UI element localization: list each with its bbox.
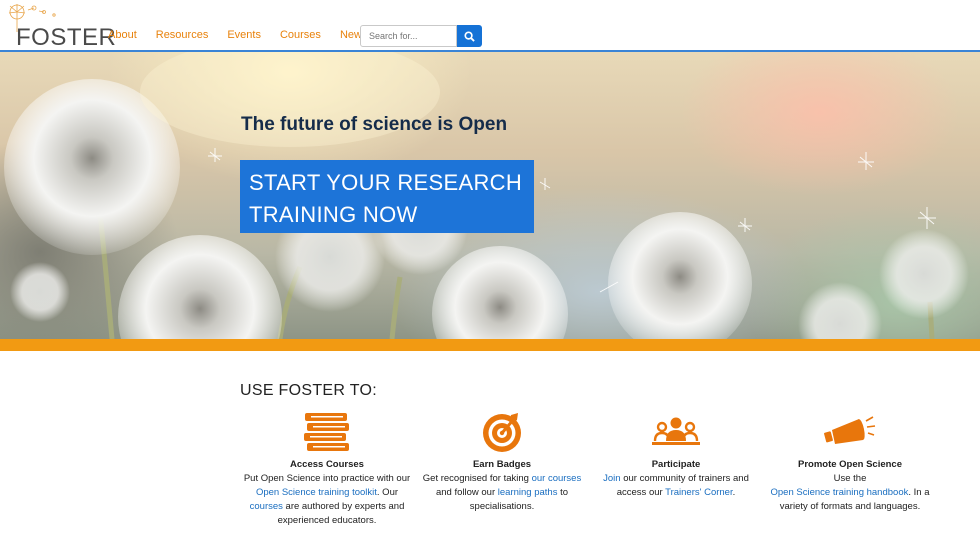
description-text: Use the <box>833 473 867 484</box>
main-nav: About Resources Events Courses News <box>108 29 386 41</box>
feature-title: Access Courses <box>290 459 364 470</box>
start-training-button[interactable]: START YOUR RESEARCH TRAINING NOW <box>240 160 534 233</box>
search-form <box>360 25 482 47</box>
description-text: Put Open Science into practice with our <box>243 473 411 484</box>
search-input[interactable] <box>360 25 457 47</box>
feature-promote-open-science: Promote Open Science Use the Open Scienc… <box>765 408 935 514</box>
trainers-corner-link[interactable]: Trainers' Corner <box>665 487 732 498</box>
description-text: and follow our <box>435 487 498 498</box>
cta-line-2: TRAINING NOW <box>249 202 418 227</box>
community-icon <box>652 417 700 445</box>
feature-description: Join our community of trainers and acces… <box>591 472 761 500</box>
description-text: are authored by experts and experienced … <box>277 501 405 526</box>
feature-description: Get recognised for taking our courses an… <box>417 472 587 514</box>
search-icon <box>464 30 475 42</box>
feature-access-courses: Access Courses Put Open Science into pra… <box>242 408 412 528</box>
feature-participate: Participate Join our community of traine… <box>591 408 761 500</box>
orange-divider <box>0 339 980 351</box>
foster-logo[interactable]: FOSTER <box>4 2 116 51</box>
feature-earn-badges: Earn Badges Get recognised for taking ou… <box>417 408 587 514</box>
feature-title: Participate <box>651 459 701 470</box>
hero-banner: The future of science is Open START YOUR… <box>0 52 980 339</box>
target-badge-icon <box>483 413 521 452</box>
logo-text: FOSTER <box>16 24 117 51</box>
our-courses-link[interactable]: our courses <box>532 473 582 484</box>
books-icon <box>304 413 349 451</box>
hero-title: The future of science is Open <box>241 114 508 135</box>
site-header: FOSTER About Resources Events Courses Ne… <box>0 0 980 52</box>
features-heading: USE FOSTER TO: <box>240 382 377 399</box>
nav-about[interactable]: About <box>108 29 137 41</box>
nav-events[interactable]: Events <box>227 29 261 41</box>
search-button[interactable] <box>457 25 482 47</box>
handbook-link[interactable]: Open Science training handbook <box>771 487 909 498</box>
feature-description: Put Open Science into practice with our … <box>242 472 412 528</box>
nav-resources[interactable]: Resources <box>156 29 209 41</box>
description-text: . <box>732 487 736 498</box>
learning-paths-link[interactable]: learning paths <box>498 487 558 498</box>
nav-courses[interactable]: Courses <box>280 29 321 41</box>
feature-title: Earn Badges <box>472 459 532 470</box>
join-link[interactable]: Join <box>603 473 620 484</box>
megaphone-icon <box>824 416 876 444</box>
feature-title: Promote Open Science <box>797 459 902 470</box>
description-text: . Our <box>376 487 399 498</box>
feature-description: Use the Open Science training handbook. … <box>765 472 935 514</box>
toolkit-link[interactable]: Open Science training toolkit <box>256 487 377 498</box>
courses-link[interactable]: courses <box>250 501 283 512</box>
cta-line-1: START YOUR RESEARCH <box>249 170 523 195</box>
description-text: Get recognised for taking <box>422 473 532 484</box>
